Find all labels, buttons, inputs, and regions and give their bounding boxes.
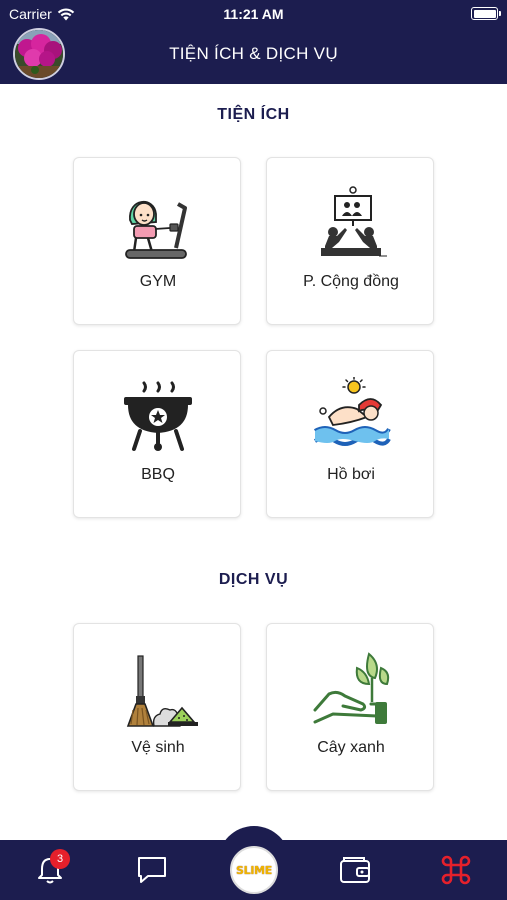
chat-bubble-icon <box>138 857 166 883</box>
wallet-icon <box>340 857 370 883</box>
clock: 11:21 AM <box>223 6 284 22</box>
bbq-label: BBQ <box>141 466 175 483</box>
slime-center-button[interactable]: SLIME <box>230 846 278 894</box>
bbq-card[interactable]: BBQ <box>73 350 241 518</box>
swimming-icon <box>313 377 391 446</box>
gym-label: GYM <box>139 273 177 290</box>
community-room-label: P. Cộng đồng <box>303 273 399 290</box>
cleaning-label: Vệ sinh <box>131 739 185 756</box>
command-icon <box>441 855 471 885</box>
cleaning-card[interactable]: Vệ sinh <box>73 623 241 791</box>
tab-wallet[interactable] <box>335 850 375 890</box>
page-title: TIỆN ÍCH & DỊCH VỤ <box>169 44 338 63</box>
gym-card[interactable]: GYM <box>73 157 241 325</box>
services-section-title: DỊCH VỤ <box>218 571 289 588</box>
bbq-grill-icon <box>124 381 192 451</box>
battery-icon <box>471 7 501 20</box>
treadmill-icon <box>125 200 187 259</box>
app-header: TIỆN ÍCH & DỊCH VỤ <box>0 28 507 84</box>
greenery-card[interactable]: Cây xanh <box>266 623 434 791</box>
tab-notifications[interactable]: 3 <box>30 849 70 890</box>
community-room-icon <box>321 186 387 257</box>
community-room-card[interactable]: P. Cộng đồng <box>266 157 434 325</box>
tab-menu[interactable] <box>436 850 476 890</box>
notification-badge: 3 <box>50 849 70 869</box>
tab-messages[interactable] <box>132 850 172 890</box>
plant-in-hand-icon <box>313 652 390 724</box>
status-bar: Carrier 11:21 AM <box>0 0 507 28</box>
utilities-section-title: TIỆN ÍCH <box>217 106 290 123</box>
broom-cleaning-icon <box>126 655 198 727</box>
greenery-label: Cây xanh <box>317 739 385 756</box>
slime-logo-text: SLIME <box>236 863 272 877</box>
swimming-pool-card[interactable]: Hồ bơi <box>266 350 434 518</box>
swimming-pool-label: Hồ bơi <box>327 466 375 483</box>
